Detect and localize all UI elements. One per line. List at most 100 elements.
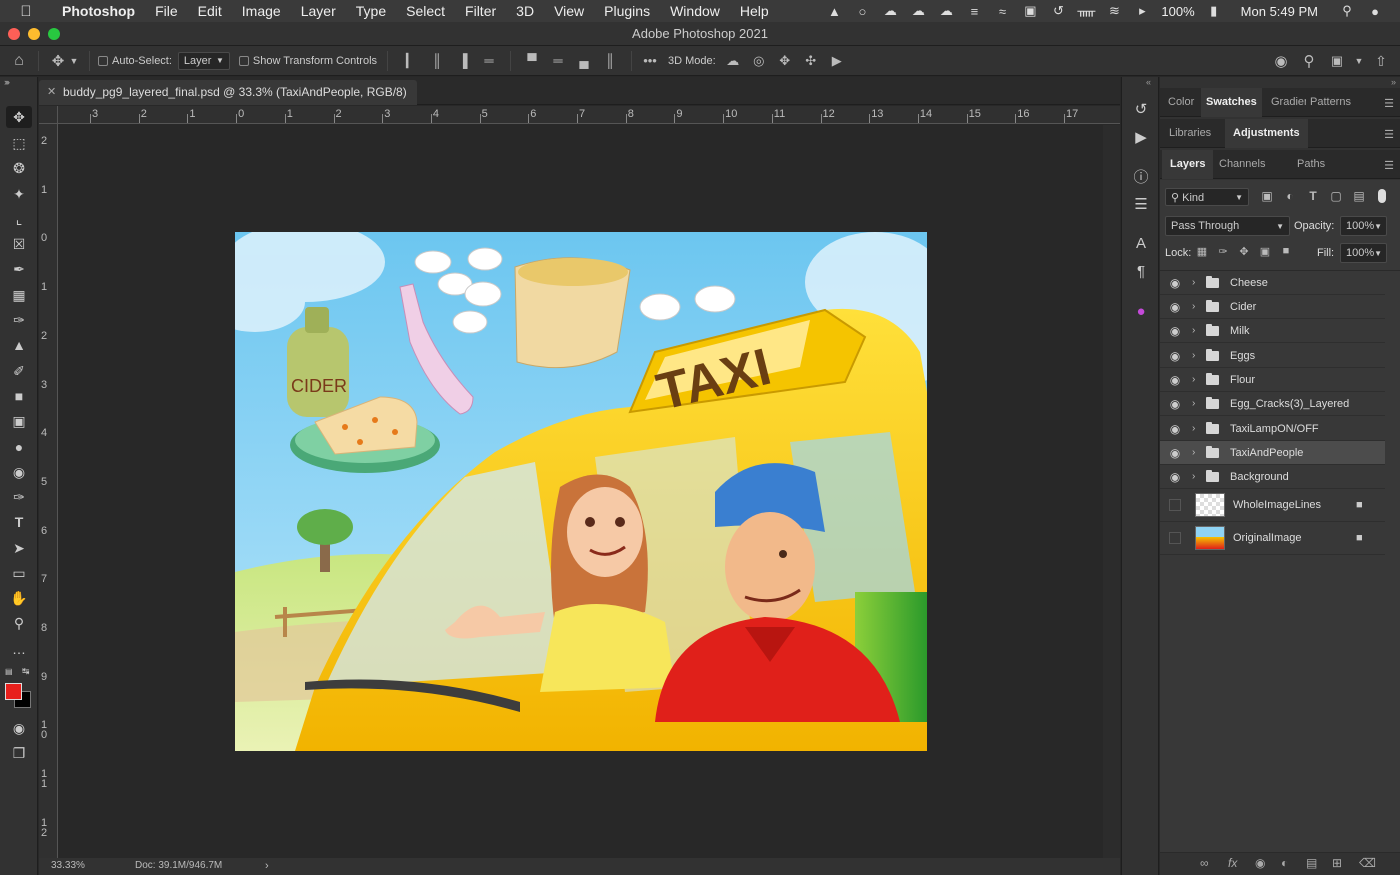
- tab-paths[interactable]: Paths: [1292, 150, 1330, 179]
- lock-position-icon[interactable]: ✥: [1236, 245, 1252, 258]
- expand-chevron-icon[interactable]: ›: [1192, 465, 1195, 489]
- filter-smart-object-icon[interactable]: ▤: [1350, 189, 1368, 203]
- expand-chevron-icon[interactable]: ›: [1192, 441, 1195, 465]
- screen-mode-icon[interactable]: ❐: [6, 742, 32, 764]
- expand-chevron-icon[interactable]: ›: [1192, 417, 1195, 441]
- 3d-slide-icon[interactable]: ✣: [798, 53, 824, 69]
- paragraph-panel-icon[interactable]: ¶: [1130, 261, 1152, 283]
- type-tool-icon[interactable]: T: [6, 511, 32, 533]
- filter-type-icon[interactable]: T: [1304, 189, 1322, 203]
- document-canvas[interactable]: CIDER TAXI: [235, 232, 927, 751]
- menu-plugins[interactable]: Plugins: [594, 3, 660, 19]
- expand-chevron-icon[interactable]: ›: [1192, 368, 1195, 392]
- character-panel-icon[interactable]: A: [1130, 233, 1152, 255]
- crop-tool-icon[interactable]: ⌞: [6, 208, 32, 230]
- vertical-ruler[interactable]: 210123456789101112: [39, 124, 58, 858]
- collapse-panels-icon[interactable]: »: [1391, 77, 1396, 87]
- history-brush-tool-icon[interactable]: ✐: [6, 360, 32, 382]
- lock-all-icon[interactable]: ■: [1278, 245, 1294, 257]
- dodge-tool-icon[interactable]: ◉: [6, 461, 32, 483]
- move-tool-icon[interactable]: ✥: [6, 106, 32, 128]
- tab-swatches[interactable]: Swatches: [1201, 88, 1262, 117]
- drive-icon[interactable]: ▲: [825, 4, 843, 19]
- clone-stamp-tool-icon[interactable]: ▲: [6, 334, 32, 356]
- layer-group-eggs[interactable]: ◉ › Eggs: [1160, 344, 1385, 368]
- workspace-dropdown-icon[interactable]: ▼: [1354, 56, 1364, 66]
- menu-edit[interactable]: Edit: [188, 3, 232, 19]
- expand-chevron-icon[interactable]: ›: [1192, 319, 1195, 343]
- layer-group-milk[interactable]: ◉ › Milk: [1160, 319, 1385, 343]
- show-transform-controls-checkbox[interactable]: Show Transform Controls: [238, 46, 377, 76]
- delete-layer-icon[interactable]: ⌫: [1359, 856, 1376, 870]
- battery-icon[interactable]: ▮: [1205, 3, 1223, 19]
- minimize-window-button[interactable]: [28, 28, 40, 40]
- stack-icon[interactable]: ≡: [965, 4, 983, 19]
- menu-type[interactable]: Type: [346, 3, 396, 19]
- collapse-icon-strip[interactable]: «: [1146, 77, 1151, 87]
- align-middle-vertical-icon[interactable]: ═: [545, 53, 571, 68]
- default-colors-icon[interactable]: ▤: [5, 667, 13, 676]
- apple-menu-icon[interactable]: : [0, 3, 52, 20]
- tab-color[interactable]: Color: [1163, 88, 1199, 117]
- clock[interactable]: Mon 5:49 PM: [1241, 4, 1318, 19]
- filter-toggle-switch[interactable]: [1378, 189, 1386, 203]
- menu-select[interactable]: Select: [396, 3, 455, 19]
- expand-chevron-icon[interactable]: ›: [1192, 344, 1195, 368]
- cloud-icon[interactable]: ☁: [881, 3, 899, 19]
- close-window-button[interactable]: [8, 28, 20, 40]
- menu-window[interactable]: Window: [660, 3, 730, 19]
- document-tab[interactable]: ✕ buddy_pg9_layered_final.psd @ 33.3% (T…: [39, 80, 417, 105]
- visibility-toggle[interactable]: [1169, 532, 1181, 544]
- layer-group-taxi-lamp[interactable]: ◉ › TaxiLampON/OFF: [1160, 417, 1385, 441]
- learn-icon[interactable]: ◉: [1270, 52, 1292, 70]
- filter-adjustment-icon[interactable]: ◐: [1281, 189, 1299, 203]
- path-selection-tool-icon[interactable]: ➤: [6, 537, 32, 559]
- tab-gradients[interactable]: Gradient: [1266, 88, 1306, 117]
- layer-group-cheese[interactable]: ◉ › Cheese: [1160, 271, 1385, 295]
- time-machine-icon[interactable]: ↺: [1049, 3, 1067, 19]
- expand-chevron-icon[interactable]: ›: [1192, 392, 1195, 416]
- lock-image-pixels-icon[interactable]: ✑: [1215, 245, 1231, 258]
- panel-menu-icon[interactable]: ☰: [1384, 97, 1394, 110]
- fill-field[interactable]: 100% ▼: [1340, 243, 1387, 263]
- expand-chevron-icon[interactable]: ›: [1192, 295, 1195, 319]
- visibility-eye-icon[interactable]: ◉: [1168, 465, 1182, 489]
- visibility-eye-icon[interactable]: ◉: [1168, 417, 1182, 441]
- pen-tool-icon[interactable]: ✑: [6, 486, 32, 508]
- zoom-window-button[interactable]: [48, 28, 60, 40]
- menu-image[interactable]: Image: [232, 3, 291, 19]
- layer-style-fx-icon[interactable]: fx: [1228, 856, 1237, 870]
- app-menu[interactable]: Photoshop: [52, 3, 145, 19]
- panel-menu-icon[interactable]: ☰: [1384, 128, 1394, 141]
- screen-icon[interactable]: ▣: [1021, 3, 1039, 19]
- visibility-toggle[interactable]: [1169, 499, 1181, 511]
- visibility-eye-icon[interactable]: ◉: [1168, 295, 1182, 319]
- share-icon[interactable]: ⇧: [1370, 53, 1392, 70]
- menu-view[interactable]: View: [544, 3, 594, 19]
- volume-icon[interactable]: ▸: [1133, 3, 1151, 19]
- 3d-orbit-icon[interactable]: ☁: [720, 53, 746, 69]
- visibility-eye-icon[interactable]: ◉: [1168, 319, 1182, 343]
- home-icon[interactable]: ⌂: [0, 52, 38, 70]
- 3d-pan-icon[interactable]: ✥: [772, 53, 798, 69]
- blur-tool-icon[interactable]: ●: [6, 436, 32, 458]
- distribute-horizontal-icon[interactable]: ═: [476, 53, 502, 68]
- quick-mask-icon[interactable]: ◉: [6, 717, 32, 739]
- menu-layer[interactable]: Layer: [291, 3, 346, 19]
- layer-filter-dropdown[interactable]: ⚲ Kind ▼: [1165, 188, 1249, 206]
- visibility-eye-icon[interactable]: ◉: [1168, 344, 1182, 368]
- blend-mode-dropdown[interactable]: Pass Through ▼: [1165, 216, 1290, 236]
- new-group-icon[interactable]: ▤: [1306, 856, 1317, 870]
- search-icon[interactable]: ⚲: [1298, 52, 1320, 70]
- cloud-icon[interactable]: ☁: [909, 3, 927, 19]
- align-bottom-icon[interactable]: ▄: [571, 53, 597, 68]
- filter-pixel-icon[interactable]: ▣: [1258, 189, 1276, 203]
- tab-channels[interactable]: Channels: [1214, 150, 1270, 179]
- menu-help[interactable]: Help: [730, 3, 779, 19]
- layer-group-background[interactable]: ◉ › Background: [1160, 465, 1385, 489]
- hand-tool-icon[interactable]: ✋: [6, 587, 32, 609]
- horizontal-ruler[interactable]: 3 2 1 0 1 2 3 4 5 6 7 8 9 10 11 12 13 14 15 16 17: [58, 106, 1120, 124]
- spot-healing-tool-icon[interactable]: ▦: [6, 284, 32, 306]
- add-mask-icon[interactable]: ◉: [1255, 856, 1265, 870]
- magic-wand-tool-icon[interactable]: ✦: [6, 183, 32, 205]
